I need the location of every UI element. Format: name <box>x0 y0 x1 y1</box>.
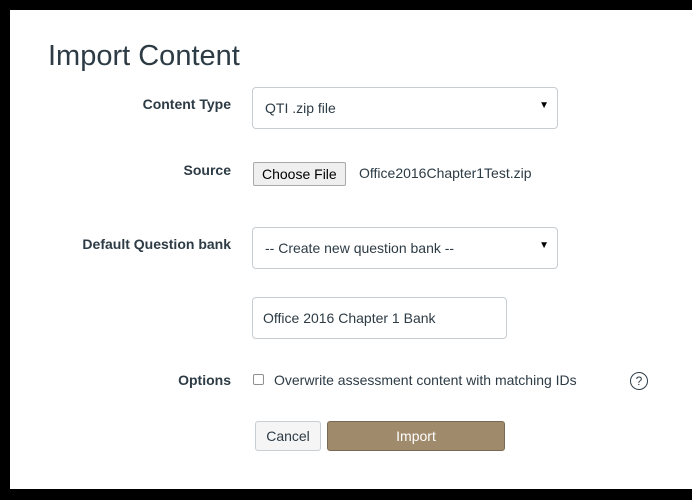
question-bank-value: -- Create new question bank -- <box>265 240 455 256</box>
help-icon[interactable]: ? <box>630 372 648 390</box>
overwrite-checkbox-label[interactable]: Overwrite assessment content with matchi… <box>274 372 577 388</box>
page-title: Import Content <box>48 40 240 72</box>
choose-file-button[interactable]: Choose File <box>253 162 346 186</box>
chevron-down-icon: ▼ <box>539 240 549 251</box>
import-content-panel: Import Content Content Type QTI .zip fil… <box>10 10 692 489</box>
content-type-value: QTI .zip file <box>265 100 336 116</box>
cancel-button[interactable]: Cancel <box>255 421 321 451</box>
question-bank-select[interactable]: -- Create new question bank -- ▼ <box>252 227 558 269</box>
import-button[interactable]: Import <box>327 421 505 451</box>
new-question-bank-name-input[interactable]: Office 2016 Chapter 1 Bank <box>252 297 507 339</box>
content-type-label: Content Type <box>142 96 231 112</box>
chevron-down-icon: ▼ <box>539 100 549 111</box>
selected-file-name: Office2016Chapter1Test.zip <box>359 165 532 181</box>
overwrite-checkbox[interactable] <box>253 374 264 385</box>
options-label: Options <box>178 372 231 388</box>
content-type-select[interactable]: QTI .zip file ▼ <box>252 87 558 129</box>
source-label: Source <box>183 162 231 178</box>
default-question-bank-label: Default Question bank <box>82 236 231 252</box>
